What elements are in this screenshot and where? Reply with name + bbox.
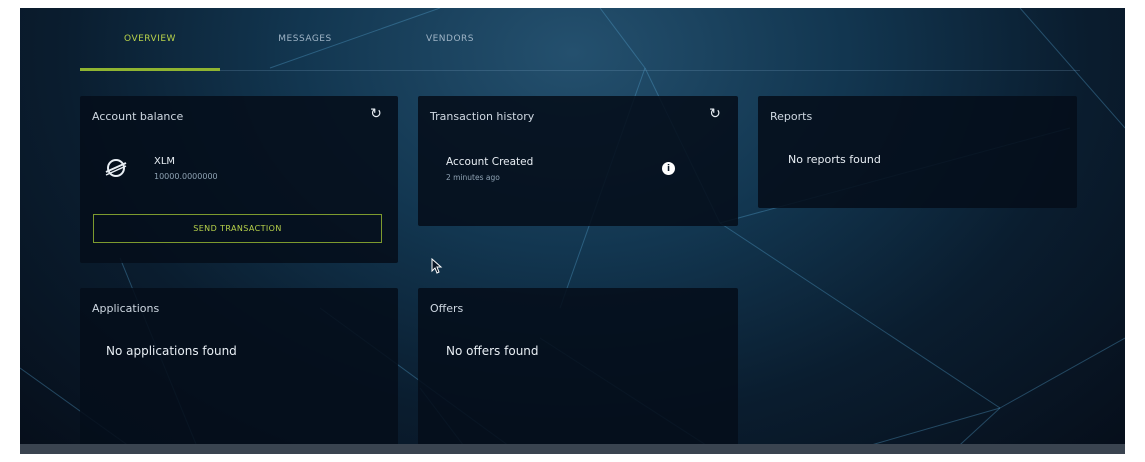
- active-tab-underline: [80, 68, 220, 71]
- transaction-time: 2 minutes ago: [446, 173, 500, 182]
- account-balance-card: Account balance ↻ XLM 10000.0000000 SEND…: [80, 96, 398, 263]
- applications-title: Applications: [92, 302, 160, 315]
- applications-empty-text: No applications found: [106, 344, 237, 358]
- tab-messages-label: Messages: [278, 34, 332, 44]
- bottom-band: [20, 444, 1125, 454]
- tab-vendors-label: Vendors: [425, 34, 475, 44]
- transaction-history-card: Transaction history ↻ Account Created 2 …: [418, 96, 738, 226]
- refresh-icon[interactable]: ↻: [369, 107, 383, 121]
- asset-code: XLM: [154, 156, 176, 167]
- applications-card: Applications No applications found: [80, 288, 398, 454]
- offers-empty-text: No offers found: [446, 344, 539, 358]
- tab-messages[interactable]: Messages: [250, 34, 360, 69]
- info-icon[interactable]: i: [662, 162, 675, 175]
- wallet-app: Overview Messages Vendors Account balanc…: [20, 8, 1125, 454]
- send-transaction-button[interactable]: SEND TRANSACTION: [93, 214, 382, 243]
- refresh-icon[interactable]: ↻: [708, 107, 722, 121]
- transaction-history-title: Transaction history: [430, 110, 535, 123]
- tab-overview[interactable]: Overview: [80, 34, 220, 71]
- mouse-cursor-icon: [431, 258, 443, 274]
- reports-card: Reports No reports found: [758, 96, 1077, 208]
- tab-overview-label: Overview: [124, 34, 176, 44]
- reports-empty-text: No reports found: [788, 153, 881, 166]
- reports-title: Reports: [770, 110, 813, 123]
- account-balance-title: Account balance: [92, 110, 184, 123]
- offers-card: Offers No offers found: [418, 288, 738, 454]
- transaction-name: Account Created: [446, 156, 534, 168]
- stellar-icon: [105, 159, 127, 177]
- offers-title: Offers: [430, 302, 464, 315]
- asset-amount: 10000.0000000: [154, 172, 218, 181]
- tab-bar: Overview Messages Vendors: [80, 34, 1080, 71]
- tab-vendors[interactable]: Vendors: [400, 34, 500, 69]
